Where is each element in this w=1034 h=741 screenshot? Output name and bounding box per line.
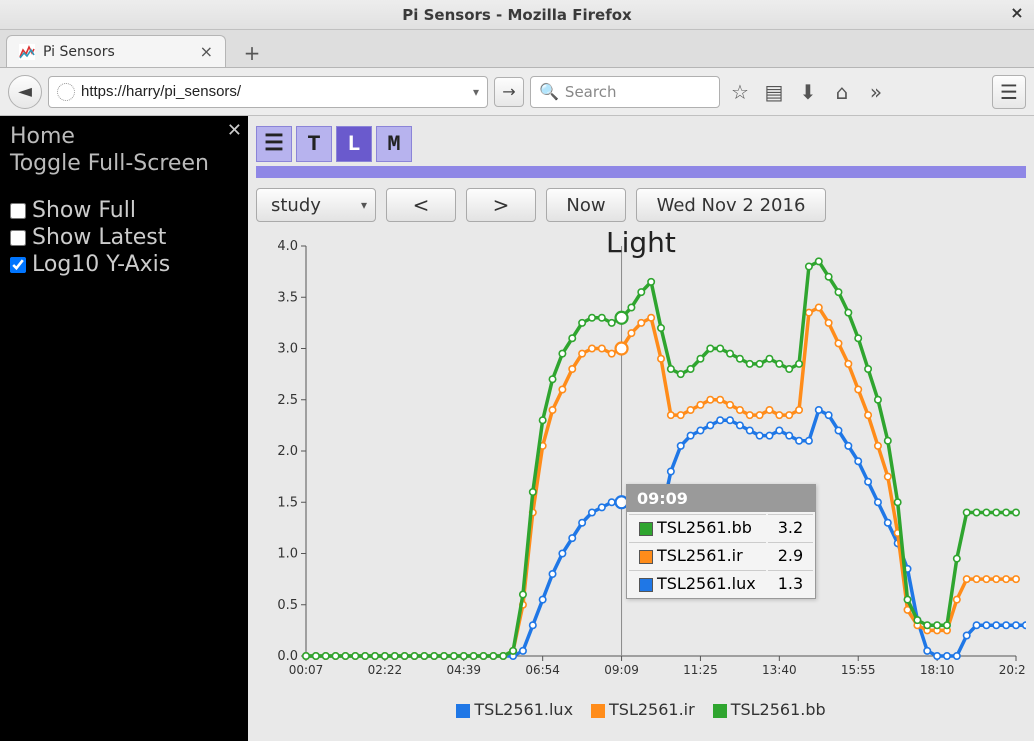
sidebar-option-log10[interactable]: Log10 Y-Axis bbox=[10, 252, 238, 277]
accent-bar bbox=[256, 166, 1026, 178]
svg-text:18:10: 18:10 bbox=[920, 663, 955, 677]
sidebar-option-show-full[interactable]: Show Full bbox=[10, 198, 238, 223]
chart-legend: TSL2561.lux TSL2561.ir TSL2561.bb bbox=[256, 700, 1026, 719]
search-placeholder: Search bbox=[565, 83, 617, 101]
window-title: Pi Sensors - Mozilla Firefox bbox=[402, 6, 631, 24]
search-box[interactable]: 🔍 Search bbox=[530, 76, 720, 108]
legend-item[interactable]: TSL2561.ir bbox=[591, 700, 695, 719]
menu-button[interactable]: ☰ bbox=[992, 75, 1026, 109]
view-segmented-control: ☰ T L M bbox=[256, 126, 1026, 162]
seg-l[interactable]: L bbox=[336, 126, 372, 162]
prev-button[interactable]: < bbox=[386, 188, 456, 222]
svg-text:13:40: 13:40 bbox=[762, 663, 797, 677]
tab-strip: Pi Sensors × + bbox=[0, 30, 1034, 68]
tab-title: Pi Sensors bbox=[43, 44, 115, 60]
svg-text:1.0: 1.0 bbox=[277, 547, 298, 562]
reader-view-icon[interactable]: ▤ bbox=[760, 78, 788, 106]
svg-text:4.0: 4.0 bbox=[277, 239, 298, 254]
svg-text:2.0: 2.0 bbox=[277, 444, 298, 459]
tooltip-row: TSL2561.lux 1.3 bbox=[629, 570, 813, 596]
svg-text:02:22: 02:22 bbox=[368, 663, 403, 677]
tooltip-row: TSL2561.ir 2.9 bbox=[629, 542, 813, 568]
svg-text:0.5: 0.5 bbox=[277, 598, 298, 613]
svg-text:3.0: 3.0 bbox=[277, 342, 298, 357]
seg-m[interactable]: M bbox=[376, 126, 412, 162]
url-bar[interactable]: ▾ bbox=[48, 76, 488, 108]
chart-container: Light 0.0 0.5 1.0 1.5 2.0 2.5 3.0 3.5 4.0 00:07 02… bbox=[256, 226, 1026, 696]
tooltip-table: TSL2561.bb 3.2 TSL2561.ir 2.9 TSL2561.lu… bbox=[627, 512, 815, 598]
seg-t[interactable]: T bbox=[296, 126, 332, 162]
checkbox-show-full[interactable] bbox=[10, 203, 26, 219]
bookmark-star-icon[interactable]: ☆ bbox=[726, 78, 754, 106]
swatch-lux bbox=[639, 578, 653, 592]
sidebar-link-fullscreen[interactable]: Toggle Full-Screen bbox=[10, 151, 238, 176]
date-display[interactable]: Wed Nov 2 2016 bbox=[636, 188, 826, 222]
svg-text:3.5: 3.5 bbox=[277, 290, 298, 305]
window-titlebar: Pi Sensors - Mozilla Firefox × bbox=[0, 0, 1034, 30]
svg-text:15:55: 15:55 bbox=[841, 663, 876, 677]
page-content: ✕ Home Toggle Full-Screen Show Full Show… bbox=[0, 116, 1034, 741]
next-button[interactable]: > bbox=[466, 188, 536, 222]
back-button[interactable]: ◄ bbox=[8, 75, 42, 109]
tooltip-time: 09:09 bbox=[627, 485, 815, 512]
new-tab-button[interactable]: + bbox=[236, 39, 268, 67]
home-icon[interactable]: ⌂ bbox=[828, 78, 856, 106]
sidebar-option-show-latest[interactable]: Show Latest bbox=[10, 225, 238, 250]
svg-text:06:54: 06:54 bbox=[525, 663, 560, 677]
tab-close-button[interactable]: × bbox=[200, 42, 213, 61]
swatch-bb bbox=[713, 704, 727, 718]
svg-text:0.0: 0.0 bbox=[277, 649, 298, 664]
now-button[interactable]: Now bbox=[546, 188, 626, 222]
svg-text:2.5: 2.5 bbox=[277, 393, 298, 408]
svg-text:00:07: 00:07 bbox=[289, 663, 324, 677]
legend-item[interactable]: TSL2561.bb bbox=[713, 700, 826, 719]
sidebar-link-home[interactable]: Home bbox=[10, 124, 238, 149]
search-icon: 🔍 bbox=[539, 82, 559, 101]
main-panel: ☰ T L M study < > Now Wed Nov 2 2016 Lig… bbox=[248, 116, 1034, 741]
location-select[interactable]: study bbox=[256, 188, 376, 222]
svg-text:11:25: 11:25 bbox=[683, 663, 718, 677]
browser-toolbar: ◄ ▾ → 🔍 Search ☆ ▤ ⬇ ⌂ » ☰ bbox=[0, 68, 1034, 116]
chart-tooltip: 09:09 TSL2561.bb 3.2 TSL2561.ir 2.9 TSL2… bbox=[626, 484, 816, 599]
tab-favicon bbox=[19, 44, 35, 60]
swatch-lux bbox=[456, 704, 470, 718]
url-input[interactable] bbox=[81, 83, 463, 100]
window-close-button[interactable]: × bbox=[1008, 4, 1026, 22]
chart-title: Light bbox=[606, 226, 676, 259]
downloads-icon[interactable]: ⬇ bbox=[794, 78, 822, 106]
light-chart[interactable]: 0.0 0.5 1.0 1.5 2.0 2.5 3.0 3.5 4.0 00:07 02:22 04:… bbox=[256, 226, 1026, 696]
url-history-dropdown[interactable]: ▾ bbox=[469, 85, 483, 99]
tooltip-row: TSL2561.bb 3.2 bbox=[629, 514, 813, 540]
go-button[interactable]: → bbox=[494, 77, 524, 107]
checkbox-show-latest[interactable] bbox=[10, 230, 26, 246]
sidebar-close-icon[interactable]: ✕ bbox=[227, 120, 242, 141]
overflow-icon[interactable]: » bbox=[862, 78, 890, 106]
svg-text:09:09: 09:09 bbox=[604, 663, 639, 677]
svg-text:20:26: 20:26 bbox=[999, 663, 1026, 677]
sidebar: ✕ Home Toggle Full-Screen Show Full Show… bbox=[0, 116, 248, 741]
checkbox-log10[interactable] bbox=[10, 257, 26, 273]
legend-item[interactable]: TSL2561.lux bbox=[456, 700, 573, 719]
svg-text:1.5: 1.5 bbox=[277, 495, 298, 510]
swatch-ir bbox=[639, 550, 653, 564]
seg-menu[interactable]: ☰ bbox=[256, 126, 292, 162]
svg-text:04:39: 04:39 bbox=[446, 663, 481, 677]
swatch-bb bbox=[639, 522, 653, 536]
browser-tab[interactable]: Pi Sensors × bbox=[6, 35, 226, 67]
swatch-ir bbox=[591, 704, 605, 718]
chart-controls: study < > Now Wed Nov 2 2016 bbox=[256, 188, 1026, 222]
site-identity-icon[interactable] bbox=[57, 83, 75, 101]
